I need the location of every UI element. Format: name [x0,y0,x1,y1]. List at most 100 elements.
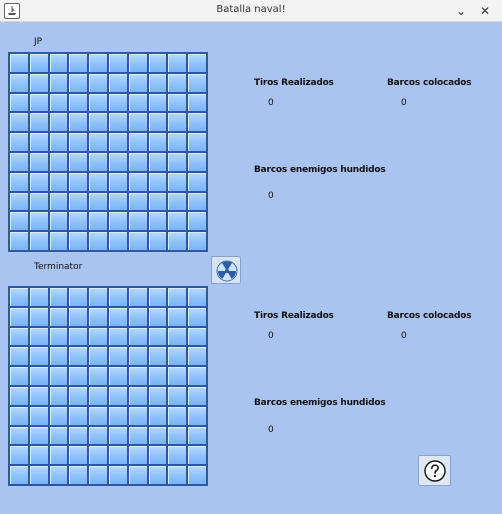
board-cell[interactable] [68,53,89,73]
board-cell[interactable] [147,287,168,307]
board-cell[interactable] [68,445,89,466]
board-cell[interactable] [187,287,207,307]
board-cell[interactable] [127,112,148,133]
board-cell[interactable] [147,171,168,192]
board-cell[interactable] [68,191,89,212]
board-cell[interactable] [48,445,69,466]
board-cell[interactable] [127,231,148,251]
board-cell[interactable] [167,231,188,251]
board-cell[interactable] [48,211,69,232]
board-cell[interactable] [68,151,89,172]
board-cell[interactable] [107,287,128,307]
board-cell[interactable] [88,366,108,386]
board-cell[interactable] [68,346,89,367]
board-cell[interactable] [127,171,148,192]
board-cell[interactable] [88,191,108,212]
board-cell[interactable] [187,53,207,73]
board-cell[interactable] [167,132,188,152]
board-cell[interactable] [167,465,188,485]
board-cell[interactable] [9,385,29,406]
board-cell[interactable] [187,211,207,232]
board-cell[interactable] [9,53,29,73]
board-cell[interactable] [88,445,108,466]
board-cell[interactable] [187,445,207,466]
board-cell[interactable] [88,53,108,73]
board-cell[interactable] [107,385,128,406]
board-cell[interactable] [167,191,188,212]
board-cell[interactable] [28,425,49,446]
board-cell[interactable] [28,366,49,386]
board-cell[interactable] [107,151,128,172]
board-cell[interactable] [167,366,188,386]
board-cell[interactable] [147,132,168,152]
board-cell[interactable] [68,92,89,113]
board-cell[interactable] [9,132,29,152]
board-cell[interactable] [187,171,207,192]
board-cell[interactable] [9,151,29,172]
board-cell[interactable] [88,231,108,251]
board-cell[interactable] [88,425,108,446]
board-cell[interactable] [9,287,29,307]
board-cell[interactable] [88,287,108,307]
board-cell[interactable] [127,306,148,327]
board-cell[interactable] [167,445,188,466]
board-cell[interactable] [107,231,128,251]
board-cell[interactable] [107,191,128,212]
board-cell[interactable] [28,445,49,466]
board-cell[interactable] [28,211,49,232]
board-cell[interactable] [107,72,128,93]
board-cell[interactable] [187,112,207,133]
board-cell[interactable] [187,132,207,152]
board-cell[interactable] [9,366,29,386]
board-cell[interactable] [48,326,69,347]
board-cell[interactable] [127,53,148,73]
board-cell[interactable] [88,385,108,406]
board-cell[interactable] [127,92,148,113]
board-cell[interactable] [147,112,168,133]
board-cell[interactable] [147,92,168,113]
board-cell[interactable] [167,326,188,347]
board-cell[interactable] [107,112,128,133]
board-cell[interactable] [48,405,69,426]
board-cell[interactable] [107,346,128,367]
board-cell[interactable] [88,112,108,133]
board-cell[interactable] [107,211,128,232]
board-cell[interactable] [48,132,69,152]
board-cell[interactable] [147,211,168,232]
board-cell[interactable] [167,72,188,93]
board-cell[interactable] [68,112,89,133]
board-cell[interactable] [88,405,108,426]
board-cell[interactable] [48,287,69,307]
board-cell[interactable] [28,346,49,367]
board-cell[interactable] [127,72,148,93]
board-cell[interactable] [28,306,49,327]
board-cell[interactable] [147,385,168,406]
board-cell[interactable] [107,445,128,466]
board-cell[interactable] [127,287,148,307]
close-icon[interactable]: ✕ [476,2,494,20]
board-cell[interactable] [48,385,69,406]
board-cell[interactable] [48,306,69,327]
board-cell[interactable] [187,306,207,327]
board-cell[interactable] [107,53,128,73]
board-cell[interactable] [127,425,148,446]
board-cell[interactable] [167,92,188,113]
board-cell[interactable] [187,385,207,406]
board-cell[interactable] [147,53,168,73]
board-cell[interactable] [187,191,207,212]
board-cell[interactable] [187,72,207,93]
board-cell[interactable] [127,366,148,386]
board-cell[interactable] [167,385,188,406]
board-cell[interactable] [9,445,29,466]
board-cell[interactable] [147,465,168,485]
board-cell[interactable] [9,211,29,232]
board-cell[interactable] [107,366,128,386]
board-cell[interactable] [28,405,49,426]
board-cell[interactable] [68,132,89,152]
board-cell[interactable] [88,151,108,172]
board-cell[interactable] [28,112,49,133]
board-cell[interactable] [167,405,188,426]
board-cell[interactable] [187,425,207,446]
board-cell[interactable] [9,405,29,426]
board-cell[interactable] [107,171,128,192]
